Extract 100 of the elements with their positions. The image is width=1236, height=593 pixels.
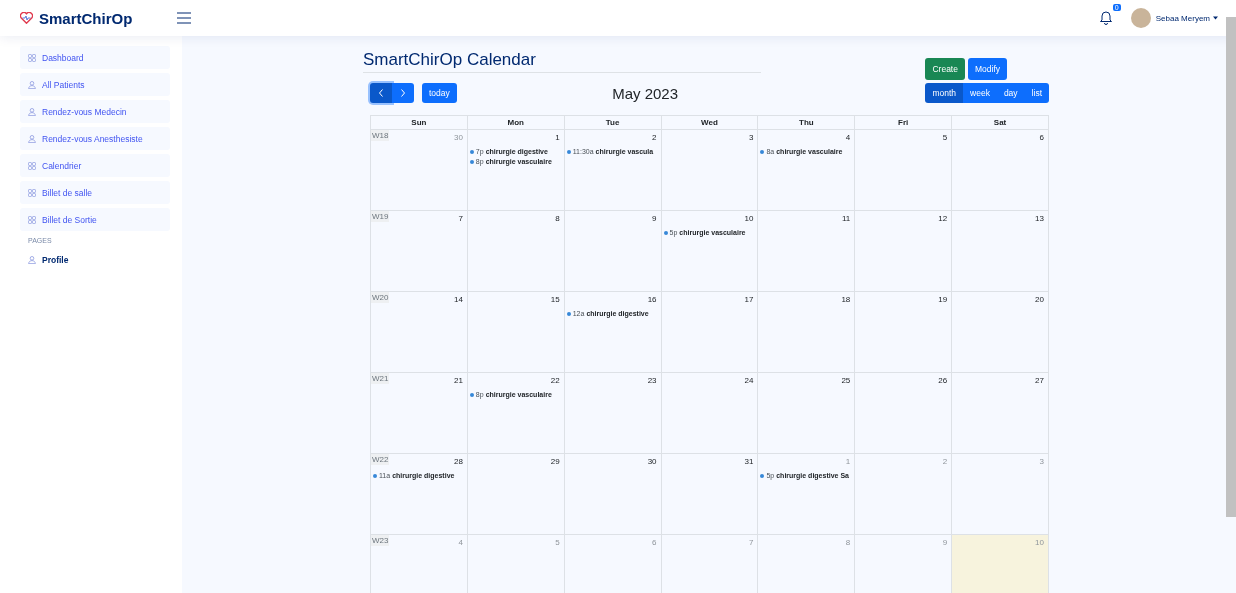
day-number: 27 bbox=[1034, 375, 1045, 387]
weekday-header: Sat bbox=[952, 116, 1049, 130]
day-number: 23 bbox=[646, 375, 658, 387]
day-cell[interactable]: 9 bbox=[564, 211, 662, 292]
day-cell[interactable]: 19 bbox=[855, 292, 953, 373]
day-number: 19 bbox=[937, 294, 949, 306]
day-cell[interactable]: 31 bbox=[661, 454, 759, 535]
scrollbar[interactable] bbox=[1226, 17, 1236, 517]
bell-icon[interactable] bbox=[1098, 10, 1113, 25]
day-number: 12 bbox=[937, 213, 949, 225]
weekday-header: Wed bbox=[661, 116, 759, 130]
day-cell[interactable]: 18 bbox=[758, 292, 856, 373]
week-number: W19 bbox=[371, 211, 390, 222]
day-cell[interactable]: 23 bbox=[564, 373, 662, 454]
day-number: 22 bbox=[549, 375, 561, 387]
day-cell[interactable]: W18 30 bbox=[371, 130, 468, 211]
day-number: 31 bbox=[743, 456, 755, 468]
day-number: 8 bbox=[844, 537, 852, 549]
view-tab[interactable]: day bbox=[996, 83, 1025, 103]
sidebar-item[interactable]: Calendrier bbox=[20, 154, 170, 177]
week-number: W21 bbox=[371, 373, 390, 384]
weekday-header: Tue bbox=[564, 116, 662, 130]
sidebar-item[interactable]: Rendez-vous Anesthesiste bbox=[20, 127, 170, 150]
day-number: 4 bbox=[457, 537, 464, 549]
week-number: W18 bbox=[371, 130, 390, 141]
day-number: 11 bbox=[840, 213, 852, 225]
view-tab[interactable]: week bbox=[963, 83, 997, 103]
grid-icon bbox=[28, 161, 36, 170]
day-cell[interactable]: 12 bbox=[855, 211, 953, 292]
day-number: 29 bbox=[549, 456, 561, 468]
grid-icon bbox=[28, 188, 36, 197]
day-number: 2 bbox=[651, 132, 658, 144]
day-number: 9 bbox=[651, 213, 658, 225]
day-cell[interactable]: 3 bbox=[661, 130, 759, 211]
day-number: 17 bbox=[743, 294, 755, 306]
day-cell[interactable]: 5 bbox=[855, 130, 953, 211]
day-cell[interactable]: 29 bbox=[467, 454, 565, 535]
caret-icon[interactable] bbox=[1213, 16, 1218, 20]
day-cell[interactable]: 6 bbox=[952, 130, 1049, 211]
view-tab[interactable]: month bbox=[925, 83, 964, 103]
day-number: 20 bbox=[1034, 294, 1045, 306]
weekday-header: Mon bbox=[467, 116, 565, 130]
user-name[interactable]: Sebaa Meryem bbox=[1155, 13, 1210, 23]
create-button[interactable]: Create bbox=[925, 58, 965, 80]
day-cell[interactable]: 26 bbox=[855, 373, 953, 454]
person-icon bbox=[28, 134, 36, 143]
day-cell[interactable]: 17 bbox=[661, 292, 759, 373]
day-cell[interactable]: 25 bbox=[758, 373, 856, 454]
day-cell[interactable]: 20 bbox=[952, 292, 1049, 373]
menu-icon[interactable] bbox=[177, 12, 191, 24]
day-cell[interactable]: W19 7 bbox=[371, 211, 468, 292]
sidebar-item[interactable]: All Patients bbox=[20, 73, 170, 96]
day-number: 16 bbox=[646, 294, 658, 306]
week-number: W20 bbox=[371, 292, 390, 303]
person-icon bbox=[28, 80, 36, 89]
day-number: 28 bbox=[452, 456, 464, 468]
avatar[interactable] bbox=[1130, 8, 1151, 28]
day-cell[interactable]: 24 bbox=[661, 373, 759, 454]
day-number: 18 bbox=[840, 294, 852, 306]
previous-button[interactable] bbox=[370, 83, 392, 103]
grid-icon bbox=[28, 53, 36, 62]
brand-name[interactable]: SmartChirOp bbox=[39, 9, 133, 27]
week-number: W23 bbox=[371, 535, 390, 546]
day-cell[interactable]: 13 bbox=[952, 211, 1049, 292]
week-number: W22 bbox=[371, 454, 390, 465]
day-number: 7 bbox=[747, 537, 755, 549]
day-number: 30 bbox=[646, 456, 658, 468]
day-cell[interactable]: 30 bbox=[564, 454, 662, 535]
sidebar-item[interactable]: Billet de Sortie bbox=[20, 208, 170, 231]
day-cell[interactable]: W21 21 bbox=[371, 373, 468, 454]
day-cell[interactable]: 15 bbox=[467, 292, 565, 373]
grid-icon bbox=[28, 215, 36, 224]
person-icon bbox=[28, 107, 36, 116]
day-number: 15 bbox=[549, 294, 561, 306]
day-number: 2 bbox=[941, 456, 949, 468]
day-number: 1 bbox=[554, 132, 561, 144]
today-button[interactable]: today bbox=[422, 83, 457, 103]
weekday-header: Thu bbox=[758, 116, 856, 130]
day-cell[interactable]: 27 bbox=[952, 373, 1049, 454]
day-cell[interactable]: W23 4 bbox=[371, 535, 468, 593]
day-number: 26 bbox=[937, 375, 949, 387]
view-tab[interactable]: list bbox=[1024, 83, 1049, 103]
sidebar-item[interactable]: Rendez-vous Medecin bbox=[20, 100, 170, 123]
day-number: 14 bbox=[452, 294, 464, 306]
heart-logo-icon bbox=[20, 12, 33, 24]
day-number: 25 bbox=[840, 375, 852, 387]
day-number: 3 bbox=[1038, 456, 1045, 468]
day-number: 9 bbox=[941, 537, 949, 549]
day-cell[interactable]: 8 bbox=[467, 211, 565, 292]
day-cell[interactable]: W20 14 bbox=[371, 292, 468, 373]
day-number: 10 bbox=[743, 213, 755, 225]
modify-button[interactable]: Modify bbox=[967, 58, 1007, 80]
sidebar-item[interactable]: Dashboard bbox=[20, 46, 170, 69]
sidebar-item[interactable]: Billet de salle bbox=[20, 181, 170, 204]
day-number: 30 bbox=[452, 132, 464, 144]
day-number: 10 bbox=[1034, 537, 1045, 549]
next-button[interactable] bbox=[392, 83, 414, 103]
day-number: 1 bbox=[844, 456, 852, 468]
day-number: 7 bbox=[457, 213, 464, 225]
day-cell[interactable]: 11 bbox=[758, 211, 856, 292]
